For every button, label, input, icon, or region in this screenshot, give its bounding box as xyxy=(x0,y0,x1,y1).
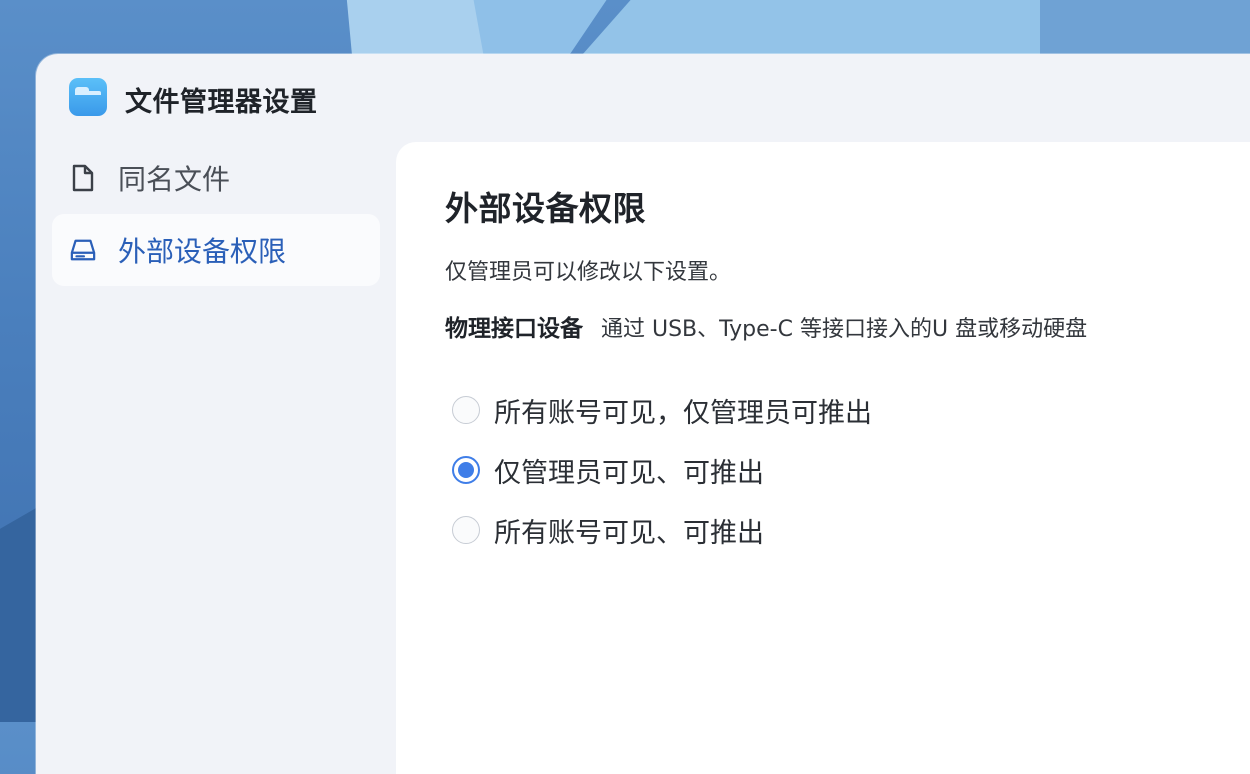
settings-content-panel: 外部设备权限 仅管理员可以修改以下设置。 物理接口设备 通过 USB、Type-… xyxy=(396,142,1250,774)
sidebar-item-label: 同名文件 xyxy=(118,163,231,196)
sidebar-item-external-devices[interactable]: 外部设备权限 xyxy=(52,214,380,286)
window-titlebar[interactable]: 文件管理器设置 xyxy=(36,54,1250,142)
radio-option-label: 所有账号可见，仅管理员可推出 xyxy=(494,397,872,429)
radio-option-label: 所有账号可见、可推出 xyxy=(494,517,764,549)
sidebar-item-same-name-files[interactable]: 同名文件 xyxy=(52,142,380,214)
folder-app-icon xyxy=(69,78,107,116)
settings-window: 文件管理器设置 同名文件 外部设备权限 外部设备权限 仅管理员可以修改以下设置。… xyxy=(36,54,1250,774)
permission-radio-group: 所有账号可见，仅管理员可推出 仅管理员可见、可推出 所有账号可见、可推出 xyxy=(452,380,872,560)
page-subtitle: 仅管理员可以修改以下设置。 xyxy=(445,260,732,285)
radio-option-all-visible-all-eject[interactable]: 所有账号可见、可推出 xyxy=(452,500,872,560)
sidebar: 同名文件 外部设备权限 xyxy=(52,142,380,286)
section-description: 通过 USB、Type-C 等接口接入的U 盘或移动硬盘 xyxy=(601,317,1088,342)
sidebar-item-label: 外部设备权限 xyxy=(118,235,287,268)
file-icon xyxy=(70,164,96,192)
radio-button-selected[interactable] xyxy=(452,456,480,484)
drive-icon xyxy=(70,237,96,263)
radio-button[interactable] xyxy=(452,396,480,424)
section-label: 物理接口设备 xyxy=(445,316,583,342)
page-title: 外部设备权限 xyxy=(445,189,646,228)
window-title: 文件管理器设置 xyxy=(125,87,318,118)
section-header: 物理接口设备 通过 USB、Type-C 等接口接入的U 盘或移动硬盘 xyxy=(445,309,1087,343)
radio-button[interactable] xyxy=(452,516,480,544)
radio-option-all-visible-admin-eject[interactable]: 所有账号可见，仅管理员可推出 xyxy=(452,380,872,440)
radio-option-admin-only[interactable]: 仅管理员可见、可推出 xyxy=(452,440,872,500)
radio-option-label: 仅管理员可见、可推出 xyxy=(494,457,764,489)
